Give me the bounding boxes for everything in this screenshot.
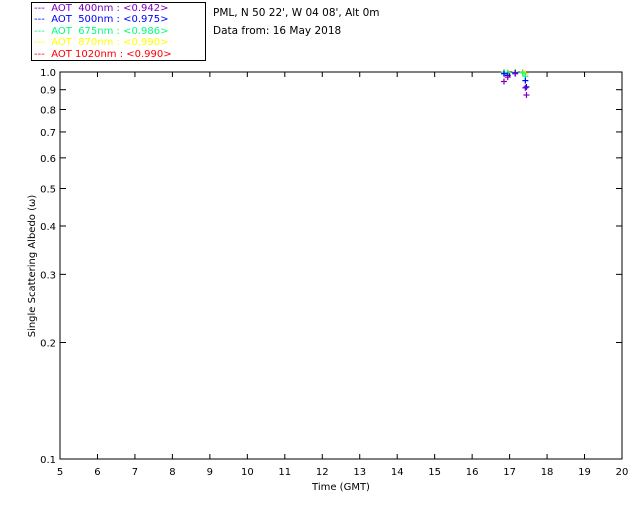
x-tick-label: 9 [207,467,213,478]
x-tick-label: 20 [616,467,629,478]
x-tick-label: 17 [503,467,516,478]
y-tick-label: 0.7 [40,128,56,139]
x-tick-label: 16 [466,467,479,478]
y-tick-label: 0.3 [40,270,56,281]
y-tick-label: 0.8 [40,106,56,117]
data-point [522,84,529,91]
y-tick-label: 0.6 [40,154,56,165]
data-point [523,92,530,99]
plot-frame [59,71,623,460]
x-tick-label: 15 [428,467,441,478]
y-tick-label: 0.5 [40,184,56,195]
x-tick-label: 10 [241,467,254,478]
y-tick-label: 0.2 [40,339,56,350]
chart: 5 6 7 8 9 10 11 12 13 14 15 16 17 18 19 20 1.0 0.9 0.8 0.7 0… [27,68,629,493]
x-tick-label: 14 [391,467,404,478]
data-point [522,77,529,84]
data-point [523,83,530,90]
x-tick-label: 5 [57,467,63,478]
y-tick-label: 1.0 [40,68,56,79]
x-tick-label: 7 [132,467,138,478]
x-tick-label: 6 [94,467,100,478]
x-axis-label: Time (GMT) [311,482,370,493]
x-tick-label: 8 [169,467,175,478]
x-tick-label: 11 [278,467,291,478]
y-tick-label: 0.9 [40,86,56,97]
y-tick-label: 0.4 [40,222,56,233]
x-tick-label: 12 [316,467,329,478]
x-tick-label: 18 [541,467,554,478]
y-tick-label: 0.1 [40,455,56,466]
x-tick-label: 19 [578,467,591,478]
x-tick-label: 13 [353,467,366,478]
y-axis-label: Single Scattering Albedo (ω) [27,195,38,338]
data-point [500,78,507,85]
